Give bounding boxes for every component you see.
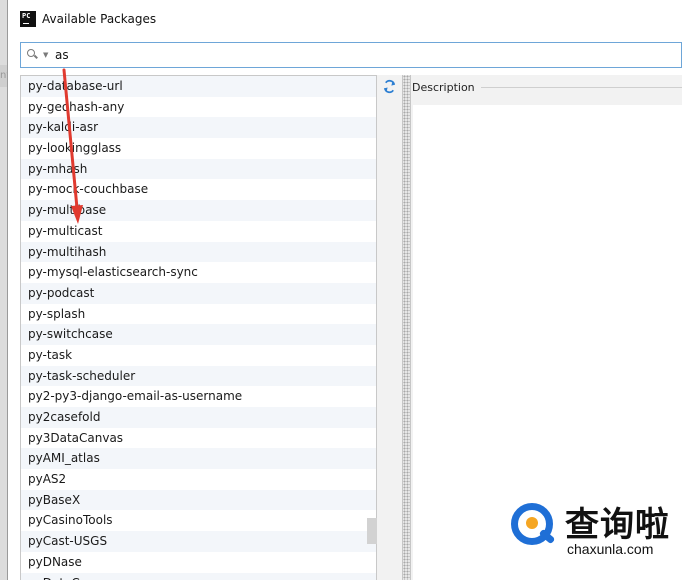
search-input[interactable]	[55, 48, 615, 62]
package-list-item[interactable]: py-database-url	[21, 76, 376, 97]
watermark: 查询啦 chaxunla.com	[505, 497, 682, 563]
package-list-item[interactable]: pyAS2	[21, 469, 376, 490]
background-window-sliver: nt	[0, 65, 7, 87]
package-list-item[interactable]: py-task-scheduler	[21, 365, 376, 387]
search-field[interactable]: ▼	[20, 42, 682, 68]
watermark-domain: chaxunla.com	[567, 541, 654, 557]
package-list-item[interactable]: py-multibase	[21, 200, 376, 221]
watermark-chinese-text: 查询啦	[565, 505, 670, 545]
package-list: py-database-url py-geohash-any py-kaldi-as…	[21, 76, 376, 580]
app-icon-label: PC	[22, 12, 31, 20]
pane-splitter[interactable]	[402, 75, 411, 580]
package-list-item[interactable]: py-mock-couchbase	[21, 179, 376, 200]
package-list-item[interactable]: py-kaldi-asr	[21, 117, 376, 139]
package-list-item[interactable]: pyCast-USGS	[21, 531, 376, 552]
package-list-item[interactable]: pyBaseX	[21, 489, 376, 511]
description-header: Description	[411, 81, 682, 94]
package-list-item[interactable]: py-splash	[21, 304, 376, 325]
pycharm-app-icon: PC	[20, 11, 36, 27]
title-bar: PC Available Packages	[8, 0, 682, 38]
package-list-item[interactable]: py-podcast	[21, 282, 376, 304]
package-list-item[interactable]: py-multihash	[21, 241, 376, 263]
package-list-item[interactable]: py3DataCanvas	[21, 428, 376, 449]
package-list-item[interactable]: py-mysql-elasticsearch-sync	[21, 262, 376, 283]
package-list-item[interactable]: py-task	[21, 345, 376, 366]
package-list-item[interactable]: py2-py3-django-email-as-username	[21, 386, 376, 407]
package-list-item[interactable]: pyDataCanvas	[21, 572, 376, 580]
package-list-item[interactable]: py-switchcase	[21, 324, 376, 345]
package-list-item[interactable]: py-multicast	[21, 221, 376, 242]
package-list-pane[interactable]: py-database-url py-geohash-any py-kaldi-as…	[20, 75, 377, 580]
package-list-item[interactable]: pyAMI_atlas	[21, 448, 376, 470]
refresh-icon[interactable]	[382, 79, 397, 94]
package-list-item[interactable]: py-lookingglass	[21, 138, 376, 159]
dialog-title: Available Packages	[42, 12, 157, 26]
package-list-item[interactable]: py-mhash	[21, 158, 376, 180]
watermark-logo-icon	[505, 497, 559, 551]
package-list-item[interactable]: pyDNase	[21, 552, 376, 573]
description-separator	[480, 87, 682, 88]
package-list-item[interactable]: py-geohash-any	[21, 97, 376, 118]
search-icon[interactable]	[25, 46, 43, 64]
chevron-down-icon[interactable]: ▼	[43, 51, 51, 59]
package-toolbar	[377, 75, 402, 580]
package-list-item[interactable]: pyCasinoTools	[21, 510, 376, 531]
package-list-item[interactable]: py2casefold	[21, 407, 376, 428]
description-title: Description	[412, 81, 475, 94]
package-list-scrollbar-thumb[interactable]	[367, 518, 377, 544]
